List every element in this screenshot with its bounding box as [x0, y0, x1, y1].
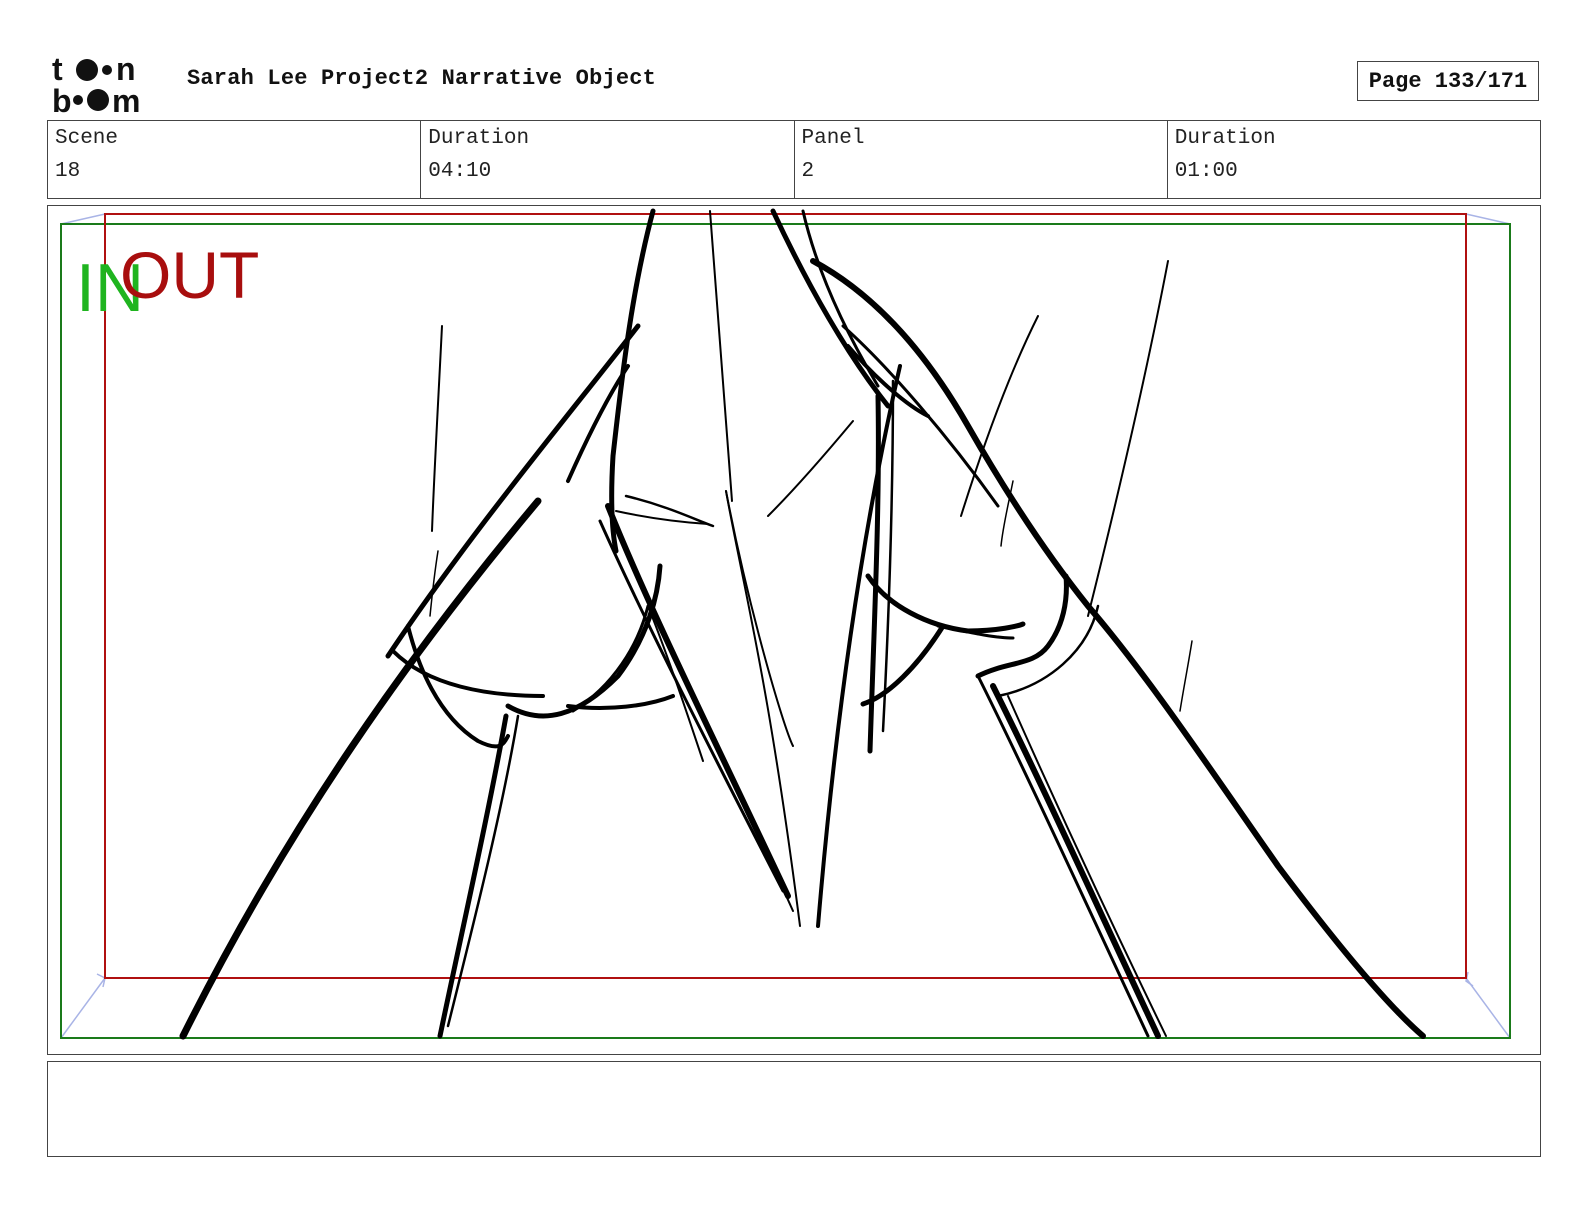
scene-duration-cell: Duration 04:10 — [421, 121, 795, 198]
page-label: Page — [1368, 68, 1422, 94]
panel-duration-cell: Duration 01:00 — [1168, 121, 1540, 198]
svg-text:b: b — [52, 83, 72, 114]
toon-boom-logo-icon: t n b m — [52, 52, 140, 114]
svg-text:t: t — [52, 52, 63, 87]
page-number: 133/171 — [1434, 68, 1528, 94]
out-label: OUT — [120, 238, 259, 312]
scene-duration-label: Duration — [428, 127, 530, 150]
scene-duration-value: 04:10 — [428, 160, 492, 183]
camera-arrow-bottom-right — [1465, 977, 1511, 1039]
project-title: Sarah Lee Project2 Narrative Object — [187, 66, 657, 91]
panel-drawing: IN OUT — [60, 208, 1511, 1040]
svg-text:m: m — [112, 83, 140, 114]
notes-text — [48, 1062, 1540, 1078]
panel-label: Panel — [801, 127, 865, 150]
info-table: Scene 18 Duration 04:10 Panel 2 Duration… — [47, 120, 1541, 199]
scene-label: Scene — [55, 127, 119, 150]
panel-cell: Panel 2 — [795, 121, 1168, 198]
camera-arrow-top-right — [1465, 213, 1511, 225]
sketch-drawing — [179, 208, 1426, 1040]
in-frame — [60, 223, 1511, 1039]
storyboard-panel[interactable]: IN OUT — [47, 205, 1541, 1055]
camera-arrow-bottom-left — [60, 977, 106, 1039]
scene-value: 18 — [55, 160, 81, 183]
page-indicator: Page 133/171 — [1357, 61, 1539, 101]
svg-text:n: n — [116, 52, 136, 87]
camera-arrowhead-br — [1465, 971, 1474, 987]
camera-arrowhead-bl — [96, 973, 106, 988]
out-frame — [104, 213, 1467, 979]
camera-arrow-top-left — [60, 213, 106, 225]
panel-duration-label: Duration — [1174, 127, 1276, 150]
scene-cell: Scene 18 — [48, 121, 422, 198]
panel-duration-value: 01:00 — [1174, 160, 1238, 183]
camera-move-arrows — [60, 213, 1511, 1039]
notes-box[interactable] — [47, 1061, 1541, 1157]
panel-value: 2 — [801, 160, 815, 183]
